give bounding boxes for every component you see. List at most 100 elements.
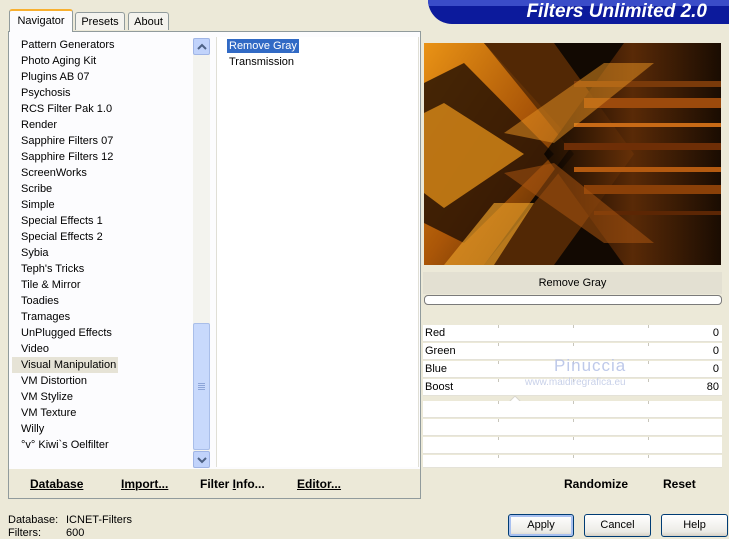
database-button-key: D — [30, 477, 39, 491]
slider-red-label: Red — [425, 327, 446, 339]
category-item[interactable]: Scribe — [12, 181, 192, 197]
slider-boost-label: Boost — [425, 381, 454, 393]
status-database-label: Database: — [8, 514, 59, 526]
filter-item-transmission[interactable]: Transmission — [227, 55, 296, 69]
database-button[interactable]: Database — [30, 477, 83, 491]
slider-tick — [498, 361, 499, 364]
slider-green-value: 0 — [712, 345, 719, 357]
parameter-sliders: Red 0 Green 0 Blue 0 Boost 80 — [423, 325, 722, 468]
filter-info-button-rest: nfo... — [236, 477, 265, 491]
category-item[interactable]: Special Effects 2 — [12, 229, 192, 245]
filter-info-button[interactable]: Filter Info... — [200, 477, 265, 491]
cancel-button[interactable]: Cancel — [584, 514, 651, 537]
status-database-value: ICNET-Filters — [66, 514, 132, 526]
category-item[interactable]: UnPlugged Effects — [12, 325, 192, 341]
filter-list[interactable]: Remove Gray Transmission — [216, 37, 419, 467]
window-title: Filters Unlimited 2.0 — [526, 1, 707, 22]
slider-red-value: 0 — [712, 327, 719, 339]
slider-tick — [498, 325, 499, 328]
navigator-toolbar: Database Import... Filter Info... Editor… — [9, 469, 420, 498]
slider-blue-value: 0 — [712, 363, 719, 375]
category-item[interactable]: Teph's Tricks — [12, 261, 192, 277]
category-item[interactable]: RCS Filter Pak 1.0 — [12, 101, 192, 117]
category-item[interactable]: Toadies — [12, 293, 192, 309]
category-item[interactable]: Pattern Generators — [12, 37, 192, 53]
watermark-name: Pinuccia — [554, 356, 627, 375]
filter-info-button-pre: Filter — [200, 477, 233, 491]
slider-tick — [648, 419, 649, 422]
slider-tick — [648, 361, 649, 364]
scroll-thumb[interactable] — [193, 323, 210, 450]
category-item[interactable]: ScreenWorks — [12, 165, 192, 181]
category-item[interactable]: Sapphire Filters 07 — [12, 133, 192, 149]
apply-button[interactable]: Apply — [508, 514, 574, 537]
slider-tick — [573, 401, 574, 404]
preview-artwork — [424, 43, 721, 265]
slider-tick — [498, 401, 499, 404]
category-item[interactable]: Tramages — [12, 309, 192, 325]
category-item[interactable]: Video — [12, 341, 192, 357]
category-item[interactable]: Photo Aging Kit — [12, 53, 192, 69]
category-item[interactable]: Sybia — [12, 245, 192, 261]
slider-tick — [573, 455, 574, 458]
category-item[interactable]: Sapphire Filters 12 — [12, 149, 192, 165]
thumb-grip — [198, 389, 205, 390]
preview-image — [424, 43, 721, 265]
category-item[interactable]: VM Texture — [12, 405, 192, 421]
scroll-up-button[interactable] — [193, 38, 210, 55]
category-item[interactable]: Tile & Mirror — [12, 277, 192, 293]
title-banner: Filters Unlimited 2.0 — [428, 0, 729, 24]
category-item[interactable]: Simple — [12, 197, 192, 213]
filter-item-remove-gray[interactable]: Remove Gray — [227, 39, 299, 53]
thumb-grip — [198, 383, 205, 384]
watermark-site: www.maidiregrafica.eu — [525, 377, 626, 388]
thumb-grip — [198, 385, 205, 386]
scroll-down-button[interactable] — [193, 451, 210, 468]
category-item[interactable]: Psychosis — [12, 85, 192, 101]
editor-button-key: E — [297, 477, 306, 491]
category-item[interactable]: VM Stylize — [12, 389, 192, 405]
tab-about[interactable]: About — [128, 12, 169, 30]
category-item[interactable]: °v° Kiwi`s Oelfilter — [12, 437, 192, 453]
database-button-rest: atabase — [38, 477, 84, 491]
slider-tick — [648, 437, 649, 440]
preview-toolbar: Randomize Reset — [423, 469, 724, 498]
slider-tick — [573, 343, 574, 346]
slider-tick — [498, 343, 499, 346]
slider-tick — [573, 437, 574, 440]
slider-tick — [648, 343, 649, 346]
category-item[interactable]: Render — [12, 117, 192, 133]
slider-tick — [498, 379, 499, 382]
import-button-rest: mport... — [124, 477, 169, 491]
thumb-grip — [198, 387, 205, 388]
preview-filter-name: Remove Gray — [423, 272, 722, 294]
slider-green-label: Green — [425, 345, 456, 357]
slider-tick — [648, 455, 649, 458]
randomize-button[interactable]: Randomize — [564, 477, 628, 491]
category-item[interactable]: Visual Manipulation — [12, 357, 118, 373]
tab-navigator[interactable]: Navigator — [9, 9, 73, 32]
help-button[interactable]: Help — [661, 514, 728, 537]
status-filters-label: Filters: — [8, 527, 41, 539]
slider-red[interactable]: Red 0 — [423, 325, 722, 342]
category-item[interactable]: Plugins AB 07 — [12, 69, 192, 85]
slider-boost-value: 80 — [706, 381, 719, 393]
progress-bar — [424, 295, 722, 305]
editor-button-rest: ditor... — [305, 477, 342, 491]
status-database: Database: ICNET-Filters — [8, 514, 132, 526]
category-item[interactable]: VM Distortion — [12, 373, 192, 389]
import-button[interactable]: Import... — [121, 477, 168, 491]
category-item[interactable]: Willy — [12, 421, 192, 437]
editor-button[interactable]: Editor... — [297, 477, 341, 491]
category-scrollbar[interactable] — [193, 38, 210, 468]
tab-presets[interactable]: Presets — [75, 12, 125, 30]
status-filters: Filters: 600 — [8, 527, 84, 539]
slider-tick — [498, 419, 499, 422]
category-item[interactable]: Special Effects 1 — [12, 213, 192, 229]
reset-button[interactable]: Reset — [663, 477, 696, 491]
slider-tick — [498, 437, 499, 440]
slider-tick — [498, 455, 499, 458]
slider-tick — [648, 325, 649, 328]
slider-tick — [648, 401, 649, 404]
category-list[interactable]: Pattern Generators Photo Aging Kit Plugins… — [12, 37, 192, 467]
